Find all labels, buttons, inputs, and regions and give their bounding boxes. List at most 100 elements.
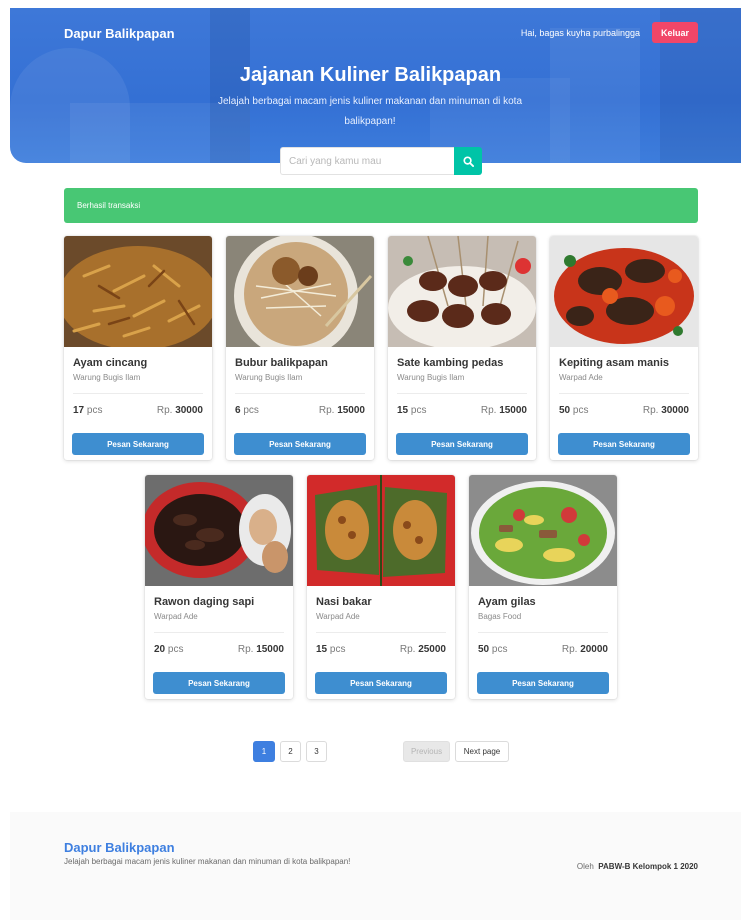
footer-credit-name: PABW-B Kelompok 1 2020 [598,862,698,871]
product-card[interactable]: Nasi bakar Warpad Ade 15 pcs Rp. 25000 P… [307,475,455,699]
porridge-image-art [226,236,374,347]
product-price: Rp. 15000 [319,405,365,416]
product-stock-unit: pcs [243,405,259,416]
crab-image[interactable] [550,236,698,347]
salad-image[interactable] [469,475,617,586]
product-price-value: 25000 [418,644,446,655]
product-stock: 15 pcs [397,405,426,416]
card-divider [154,632,284,633]
next-page-button[interactable]: Next page [455,741,509,762]
product-stock-value: 20 [154,644,166,655]
product-vendor: Warung Bugis Ilam [235,373,303,382]
footer-tagline: Jelajah berbagai macam jenis kuliner mak… [64,857,351,866]
order-now-button[interactable]: Pesan Sekarang [153,672,285,694]
product-stock-value: 6 [235,405,241,416]
product-card[interactable]: Sate kambing pedas Warung Bugis Ilam 15 … [388,236,536,460]
product-stock-unit: pcs [572,405,589,416]
product-stock-value: 50 [478,644,490,655]
product-card[interactable]: Ayam cincang Warung Bugis Ilam 17 pcs Rp… [64,236,212,460]
card-divider [73,393,203,394]
product-stock: 20 pcs [154,644,183,655]
product-price: Rp. 30000 [643,405,689,416]
grilled-rice-image[interactable] [307,475,455,586]
product-price: Rp. 25000 [400,644,446,655]
product-stock: 15 pcs [316,644,345,655]
product-stock-value: 50 [559,405,571,416]
search-button[interactable] [454,147,482,175]
pagination-page-2[interactable]: 2 [280,741,301,762]
footer-credit: Oleh PABW-B Kelompok 1 2020 [577,862,698,871]
product-name[interactable]: Rawon daging sapi [154,596,254,608]
page-subtitle: Jelajah berbagai macam jenis kuliner mak… [217,96,523,127]
product-name[interactable]: Nasi bakar [316,596,372,608]
product-stock: 50 pcs [478,644,507,655]
rawon-image[interactable] [145,475,293,586]
product-name[interactable]: Ayam cincang [73,357,147,369]
product-card[interactable]: Bubur balikpapan Warung Bugis Ilam 6 pcs… [226,236,374,460]
user-greeting: Hai, bagas kuyha purbalingga [520,28,640,38]
porridge-image[interactable] [226,236,374,347]
page-title: Jajanan Kuliner Balikpapan [239,64,502,86]
product-stock-value: 15 [316,644,328,655]
product-name[interactable]: Sate kambing pedas [397,357,503,369]
product-currency: Rp. [399,644,416,655]
product-stock-value: 17 [73,405,85,416]
search-bar [280,147,482,175]
product-currency: Rp. [318,405,335,416]
pagination-page-3[interactable]: 3 [306,741,327,762]
card-divider [316,632,446,633]
satay-image-art [388,236,536,347]
footer-brand: Dapur Balikpapan [64,840,175,855]
product-stock: 17 pcs [73,405,102,416]
product-price-value: 15000 [256,644,284,655]
minced-chicken-image-art [64,236,212,347]
product-currency: Rp. [156,405,173,416]
product-currency: Rp. [480,405,497,416]
product-price: Rp. 30000 [157,405,203,416]
card-divider [397,393,527,394]
product-name[interactable]: Bubur balikpapan [235,357,328,369]
product-name[interactable]: Kepiting asam manis [559,357,669,369]
product-price-value: 30000 [661,405,689,416]
product-vendor: Warpad Ade [559,373,603,382]
product-stock-unit: pcs [329,644,346,655]
product-price: Rp. 15000 [238,644,284,655]
previous-button[interactable]: Previous [403,741,450,762]
crab-image-art [550,236,698,347]
product-stock-unit: pcs [86,405,103,416]
product-vendor: Bagas Food [478,612,522,621]
success-notification: Berhasil transaksi [64,188,698,223]
product-stock: 6 pcs [235,405,259,416]
product-price-value: 20000 [580,644,608,655]
brand-logo[interactable]: Dapur Balikpapan [64,26,175,41]
logout-button[interactable]: Keluar [652,22,698,43]
product-stock: 50 pcs [559,405,588,416]
product-vendor: Warpad Ade [154,612,198,621]
product-price-value: 30000 [175,405,203,416]
order-now-button[interactable]: Pesan Sekarang [396,433,528,455]
order-now-button[interactable]: Pesan Sekarang [558,433,690,455]
product-card[interactable]: Ayam gilas Bagas Food 50 pcs Rp. 20000 P… [469,475,617,699]
order-now-button[interactable]: Pesan Sekarang [72,433,204,455]
product-name[interactable]: Ayam gilas [478,596,536,608]
product-stock-unit: pcs [167,644,184,655]
product-price-value: 15000 [337,405,365,416]
search-input[interactable] [280,147,454,175]
grilled-rice-image-art [307,475,455,586]
card-divider [235,393,365,394]
card-divider [559,393,689,394]
product-vendor: Warung Bugis Ilam [73,373,141,382]
product-stock-unit: pcs [410,405,427,416]
product-card[interactable]: Kepiting asam manis Warpad Ade 50 pcs Rp… [550,236,698,460]
order-now-button[interactable]: Pesan Sekarang [477,672,609,694]
footer-credit-prefix: Oleh [576,862,594,871]
minced-chicken-image[interactable] [64,236,212,347]
product-card[interactable]: Rawon daging sapi Warpad Ade 20 pcs Rp. … [145,475,293,699]
pagination-page-1[interactable]: 1 [253,741,275,762]
salad-image-art [469,475,617,586]
footer: Dapur Balikpapan Jelajah berbagai macam … [10,812,741,920]
satay-image[interactable] [388,236,536,347]
order-now-button[interactable]: Pesan Sekarang [234,433,366,455]
product-price: Rp. 15000 [481,405,527,416]
order-now-button[interactable]: Pesan Sekarang [315,672,447,694]
